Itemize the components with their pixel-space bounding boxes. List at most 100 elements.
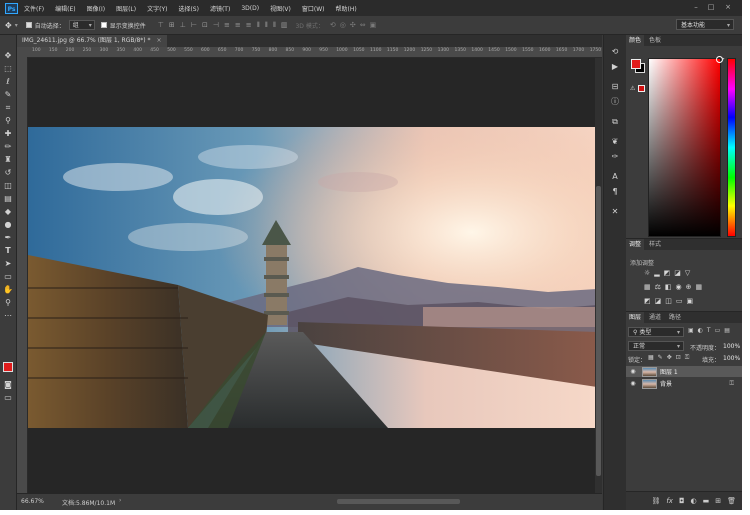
filter-shape-icon[interactable]: ▭ <box>715 327 721 334</box>
menu-type[interactable]: 文字(Y) <box>147 4 167 13</box>
visibility-eye-icon[interactable]: ◉ <box>628 380 638 387</box>
history-panel-icon[interactable]: ⟲ <box>610 47 620 57</box>
selective-color-icon[interactable]: ▣ <box>687 297 694 305</box>
info-panel-icon[interactable]: ⓘ <box>610 97 620 107</box>
horizontal-scroll-thumb[interactable] <box>337 499 460 504</box>
layer-style-icon[interactable]: fx <box>666 497 673 505</box>
3d-roll-icon[interactable]: ◎ <box>340 21 346 29</box>
layer-row-background[interactable]: ◉ 背景 ⚿ <box>626 378 742 389</box>
healing-brush-icon[interactable]: ✚ <box>3 129 13 139</box>
fill-value[interactable]: 100% <box>723 355 740 362</box>
photo-filter-icon[interactable]: ◉ <box>676 283 682 291</box>
brush-settings-icon[interactable]: ✑ <box>610 152 620 162</box>
layer-row-layer1[interactable]: ◉ 图层 1 <box>626 366 742 377</box>
document-size[interactable]: 文档:5.86M/10.1M <box>62 498 115 507</box>
align-bottom-icon[interactable]: ⊥ <box>180 21 186 30</box>
hue-saturation-icon[interactable]: ▦ <box>644 283 651 291</box>
dodge-tool-icon[interactable]: ● <box>3 220 13 230</box>
distribute-bottom-icon[interactable]: ≡ <box>246 21 252 30</box>
filter-smart-icon[interactable]: ▤ <box>724 327 730 334</box>
paragraph-panel-icon[interactable]: ¶ <box>610 187 620 197</box>
brightness-icon[interactable]: ☼ <box>644 269 650 277</box>
invert-icon[interactable]: ◩ <box>644 297 651 305</box>
channel-mixer-icon[interactable]: ⊕ <box>686 283 692 291</box>
quick-mask-icon[interactable]: ◙ <box>3 380 13 390</box>
delete-layer-icon[interactable]: 🗑 <box>727 497 736 505</box>
lock-artboard-icon[interactable]: ⊡ <box>676 354 681 362</box>
blur-tool-icon[interactable]: ◆ <box>3 207 13 217</box>
minimize-button[interactable]: – <box>690 2 702 13</box>
path-select-tool-icon[interactable]: ➤ <box>3 259 13 269</box>
horizontal-ruler[interactable]: 100 150 200 250 300 350 400 450 500 550 600 650 700 7… <box>28 47 602 58</box>
tool-presets-icon[interactable]: ✕ <box>610 207 620 217</box>
filter-pixel-icon[interactable]: ▣ <box>688 327 694 334</box>
color-lookup-icon[interactable]: ▦ <box>696 283 703 291</box>
maximize-button[interactable]: □ <box>705 2 717 13</box>
align-top-icon[interactable]: ⊤ <box>158 21 164 30</box>
3d-pan-icon[interactable]: ✣ <box>350 21 356 29</box>
3d-slide-icon[interactable]: ⇔ <box>360 21 366 29</box>
clone-stamp-icon[interactable]: ♜ <box>3 155 13 165</box>
tab-layers[interactable]: 图层 <box>626 312 645 323</box>
curves-icon[interactable]: ◩ <box>664 269 671 277</box>
lock-position-icon[interactable]: ✥ <box>667 354 672 362</box>
auto-select-dropdown[interactable]: 组 <box>68 20 95 31</box>
tab-close-icon[interactable]: × <box>156 37 161 44</box>
foreground-color-swatch[interactable] <box>3 362 13 372</box>
brush-presets-icon[interactable]: ❦ <box>610 137 620 147</box>
3d-scale-icon[interactable]: ▣ <box>370 21 377 29</box>
move-tool-icon[interactable]: ✥ <box>3 51 13 61</box>
auto-select-checkbox[interactable] <box>25 22 32 28</box>
add-mask-icon[interactable]: ◘ <box>679 497 685 505</box>
menu-window[interactable]: 窗口(W) <box>302 4 325 13</box>
threshold-icon[interactable]: ◫ <box>665 297 672 305</box>
tool-preset-chevron-icon[interactable]: ▾ <box>15 22 18 29</box>
menu-file[interactable]: 文件(F) <box>24 4 44 13</box>
vibrance-icon[interactable]: ▽ <box>685 269 690 277</box>
tab-paths[interactable]: 路径 <box>666 312 684 323</box>
brush-tool-icon[interactable]: ✏ <box>3 142 13 152</box>
align-vcenter-icon[interactable]: ⊞ <box>169 21 175 30</box>
distribute-vcenter-icon[interactable]: ≡ <box>235 21 241 30</box>
tab-styles[interactable]: 样式 <box>646 239 664 250</box>
gradient-map-icon[interactable]: ▭ <box>676 297 683 305</box>
layer-filter-dropdown[interactable]: ⚲ 类型 <box>628 327 684 338</box>
auto-align-icon[interactable]: ▥ <box>281 21 288 30</box>
menu-select[interactable]: 选择(S) <box>178 4 199 13</box>
blend-mode-dropdown[interactable]: 正常 <box>628 341 684 352</box>
more-tools-icon[interactable]: ⋯ <box>3 311 13 321</box>
vertical-scrollbar[interactable] <box>595 58 602 493</box>
menu-view[interactable]: 视图(V) <box>270 4 291 13</box>
tab-channels[interactable]: 通道 <box>646 312 664 323</box>
type-tool-icon[interactable]: T <box>3 246 13 256</box>
properties-panel-icon[interactable]: ⊟ <box>610 82 620 92</box>
status-arrow-icon[interactable]: › <box>119 497 121 504</box>
levels-icon[interactable]: ▂ <box>654 269 659 277</box>
actions-panel-icon[interactable]: ▶ <box>610 62 620 72</box>
vertical-scroll-thumb[interactable] <box>596 186 601 476</box>
filter-adjust-icon[interactable]: ◐ <box>698 327 703 334</box>
gradient-tool-icon[interactable]: ▤ <box>3 194 13 204</box>
menu-edit[interactable]: 编辑(E) <box>55 4 75 13</box>
pen-tool-icon[interactable]: ✒ <box>3 233 13 243</box>
link-layers-icon[interactable]: ⛓ <box>651 497 660 505</box>
opacity-value[interactable]: 100% <box>723 343 740 350</box>
tab-color[interactable]: 颜色 <box>626 35 645 46</box>
align-hcenter-icon[interactable]: ⊡ <box>202 21 208 30</box>
distribute-left-icon[interactable]: ⦀ <box>257 21 260 30</box>
shape-tool-icon[interactable]: ▭ <box>3 272 13 282</box>
new-group-icon[interactable]: ▬ <box>703 497 710 505</box>
filter-type-icon[interactable]: T <box>707 327 711 334</box>
lasso-tool-icon[interactable]: ℓ <box>3 77 13 87</box>
menu-filter[interactable]: 滤镜(T) <box>210 4 230 13</box>
document-canvas[interactable] <box>28 127 597 428</box>
quick-select-tool-icon[interactable]: ✎ <box>3 90 13 100</box>
screen-mode-icon[interactable]: ▭ <box>3 393 13 403</box>
zoom-level[interactable]: 66.67% <box>21 498 44 505</box>
close-window-button[interactable]: × <box>722 2 734 13</box>
show-transform-checkbox[interactable] <box>100 22 107 28</box>
clone-source-icon[interactable]: ⧉ <box>610 117 620 127</box>
panel-foreground-swatch[interactable] <box>631 59 641 69</box>
exposure-icon[interactable]: ◪ <box>674 269 681 277</box>
hue-slider-arrow-icon[interactable]: ▸ <box>722 56 725 62</box>
